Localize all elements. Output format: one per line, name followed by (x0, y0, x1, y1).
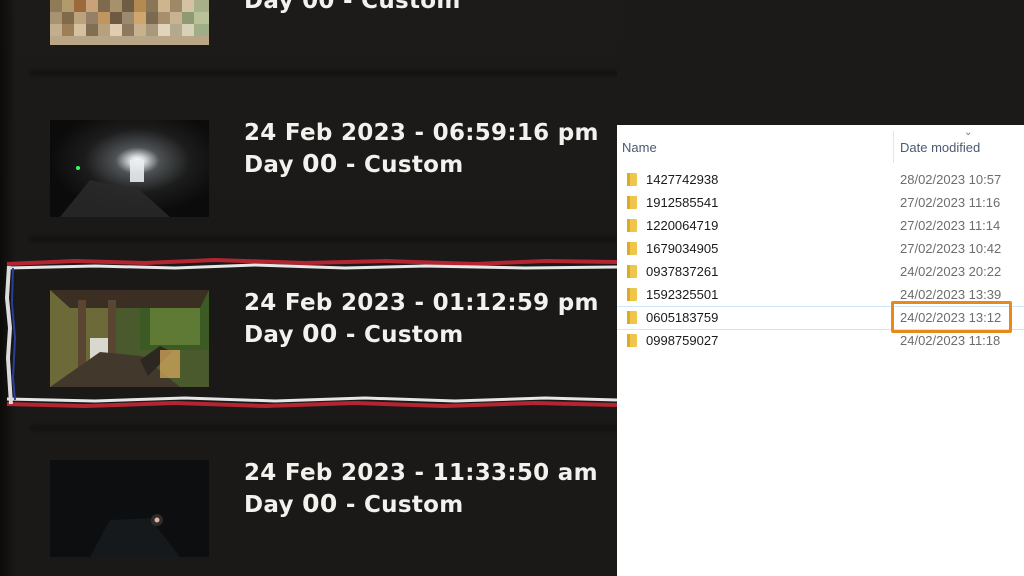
file-row[interactable]: 1427742938 28/02/2023 10:57 (617, 169, 1024, 191)
save-subtitle: Day 00 - Custom (244, 488, 598, 521)
day-label: Day (244, 492, 294, 518)
selection-frame (5, 258, 617, 409)
save-subtitle: Day 00 - Custom (244, 148, 599, 181)
folder-icon (627, 173, 637, 186)
file-date: 24/02/2023 13:39 (900, 287, 1002, 302)
save-thumbnail (50, 120, 209, 217)
column-header-name[interactable]: Name (622, 140, 657, 155)
file-row[interactable]: 0937837261 24/02/2023 20:22 (617, 261, 1024, 283)
folder-icon (627, 219, 637, 232)
column-header-row: ⌄ Name Date modified (617, 125, 1024, 165)
column-divider[interactable] (893, 131, 894, 163)
save-slot[interactable]: 24 Feb 2023 - 06:59:16 pm Day 00 - Custo… (0, 100, 617, 240)
sort-chevron-icon[interactable]: ⌄ (964, 127, 972, 138)
save-list-panel: Day 00 - Custom 24 Feb 2023 - 06:59:16 p… (0, 0, 617, 576)
save-slot[interactable]: 24 Feb 2023 - 11:33:50 am Day 00 - Custo… (0, 440, 617, 576)
day-number: 00 (302, 149, 338, 178)
file-date: 28/02/2023 10:57 (900, 172, 1002, 187)
file-row[interactable]: 0998759027 24/02/2023 11:18 (617, 330, 1024, 352)
file-name: 1220064719 (646, 218, 719, 233)
save-thumbnail (50, 0, 209, 45)
mode-label: - Custom (345, 492, 464, 518)
file-date: 24/02/2023 20:22 (900, 264, 1002, 279)
day-number: 00 (302, 489, 338, 518)
file-name: 1592325501 (646, 287, 719, 302)
row-divider (30, 425, 617, 431)
file-date: 27/02/2023 11:14 (900, 218, 1001, 233)
file-date: 27/02/2023 11:16 (900, 195, 1001, 210)
folder-icon (627, 288, 637, 301)
save-thumbnail (50, 460, 209, 557)
file-name: 0605183759 (646, 310, 719, 325)
file-row[interactable]: 1912585541 27/02/2023 11:16 (617, 192, 1024, 214)
folder-icon (627, 242, 637, 255)
file-name: 1912585541 (646, 195, 719, 210)
save-date: 24 Feb 2023 - 11:33:50 am (244, 460, 598, 486)
save-subtitle: Day 00 - Custom (244, 0, 461, 14)
file-name: 0998759027 (646, 333, 719, 348)
day-label: Day (244, 152, 294, 178)
file-date: 24/02/2023 11:18 (900, 333, 1001, 348)
file-date: 27/02/2023 10:42 (900, 241, 1002, 256)
file-name: 1679034905 (646, 241, 719, 256)
row-divider (30, 70, 617, 76)
file-name: 0937837261 (646, 264, 719, 279)
folder-icon (627, 311, 637, 324)
file-row[interactable]: 1679034905 27/02/2023 10:42 (617, 238, 1024, 260)
save-date: 24 Feb 2023 - 06:59:16 pm (244, 120, 599, 146)
folder-icon (627, 265, 637, 278)
folder-icon (627, 334, 637, 347)
background-strip (617, 0, 1024, 125)
file-name: 1427742938 (646, 172, 719, 187)
column-header-date-modified[interactable]: Date modified (900, 140, 980, 155)
file-row[interactable]: 1220064719 27/02/2023 11:14 (617, 215, 1024, 237)
save-slot[interactable]: Day 00 - Custom (0, 0, 617, 60)
file-explorer-panel: ⌄ Name Date modified 1427742938 28/02/20… (617, 125, 1024, 576)
folder-icon (627, 196, 637, 209)
mode-label: - Custom (345, 152, 464, 178)
date-highlight-box (891, 301, 1012, 333)
